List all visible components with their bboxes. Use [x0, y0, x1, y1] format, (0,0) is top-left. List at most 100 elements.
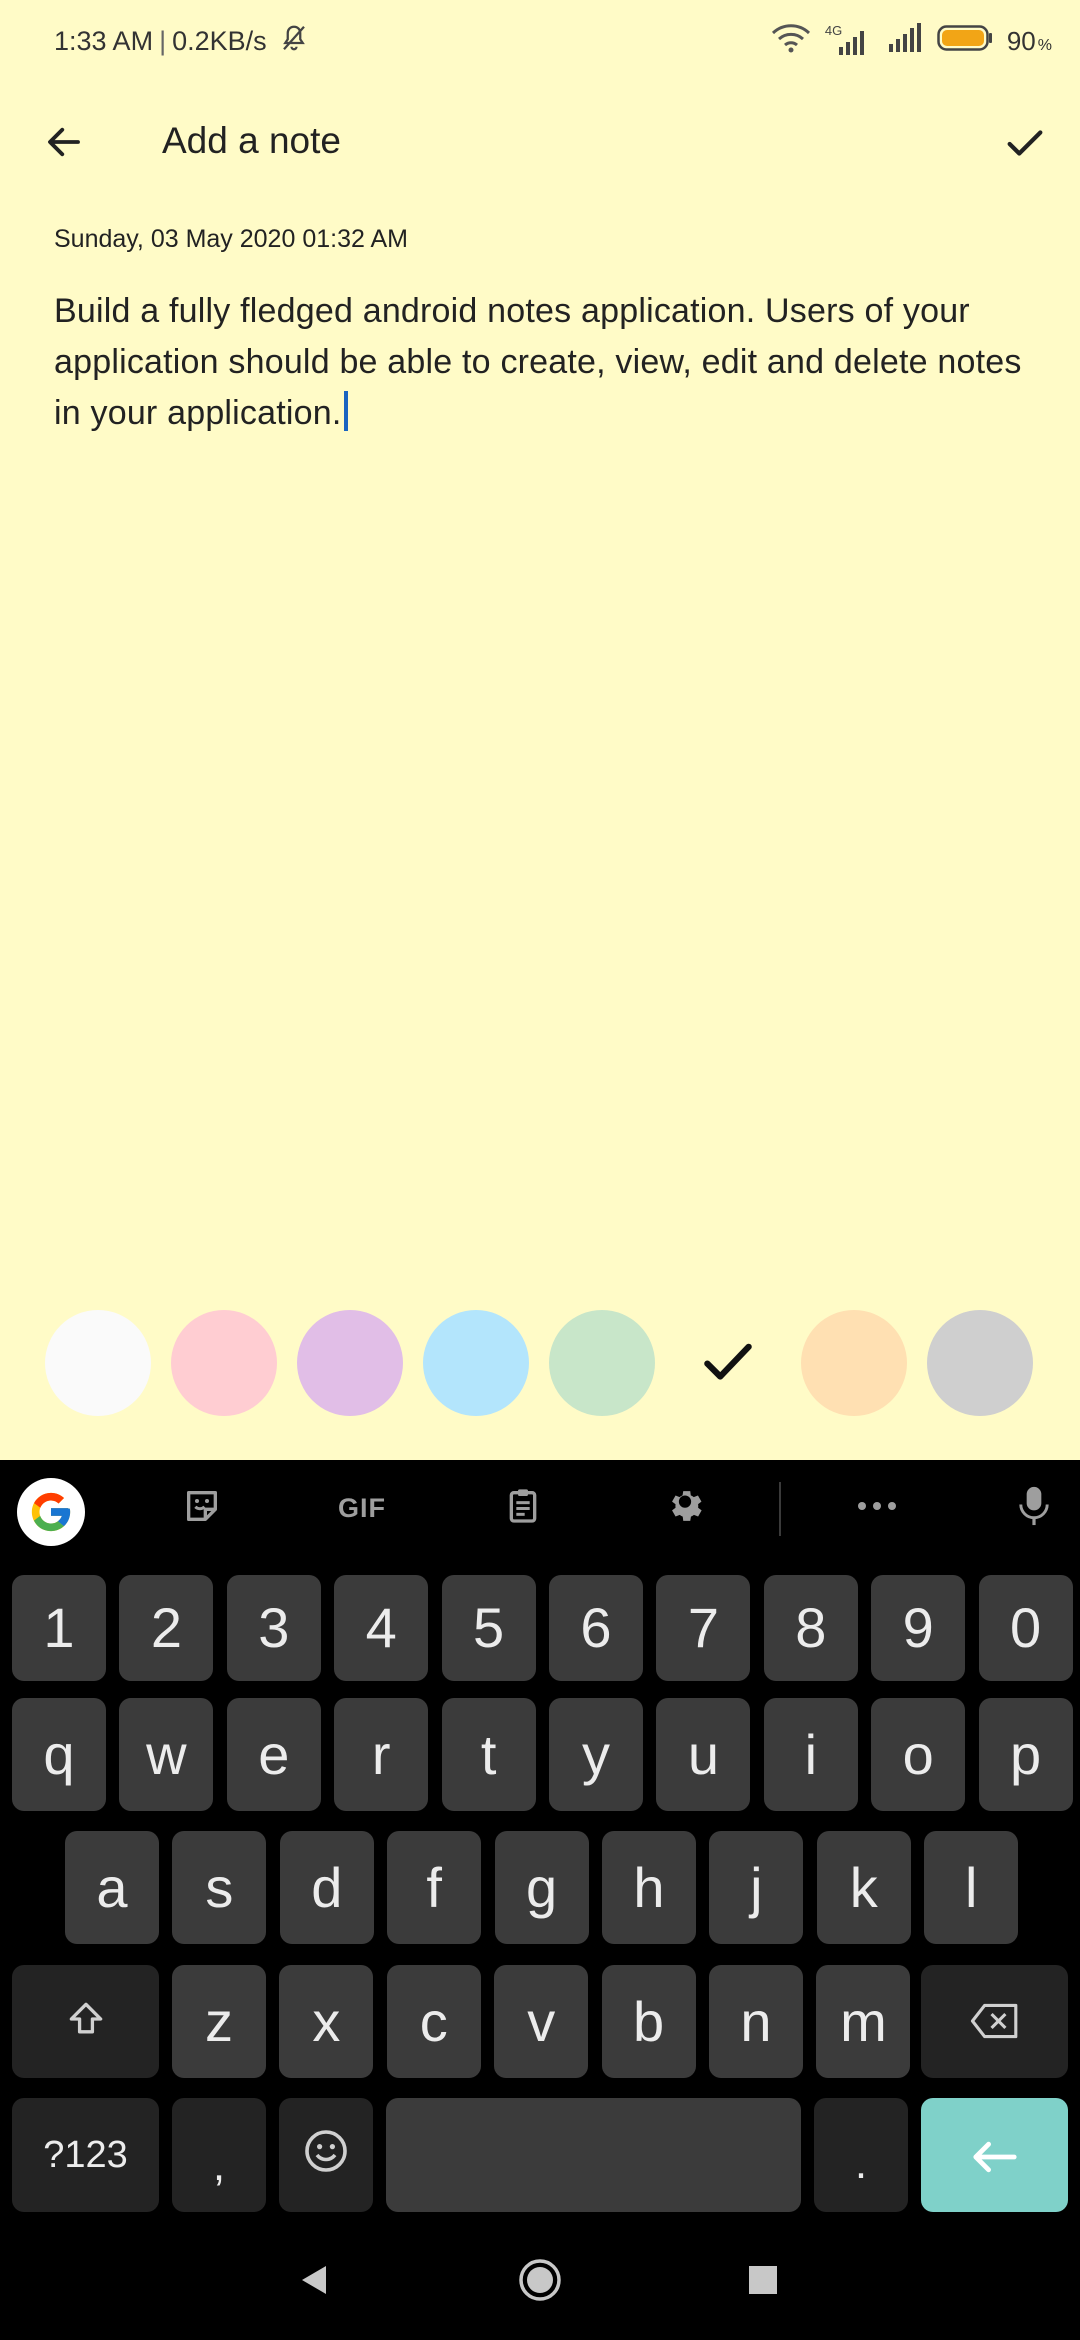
letter-key[interactable]: p [978, 1698, 1073, 1811]
color-swatch-blue[interactable] [423, 1310, 529, 1416]
space-key[interactable] [386, 2098, 801, 2212]
keyboard-toolbar: GIF [0, 1460, 1080, 1556]
number-key-label: 6 [580, 1596, 612, 1659]
letter-key[interactable]: i [763, 1698, 858, 1811]
color-swatch-pink[interactable] [171, 1310, 277, 1416]
letter-key[interactable]: t [441, 1698, 536, 1811]
letter-key-label: n [740, 1989, 772, 2053]
symbols-key-label: ?123 [43, 2134, 128, 2176]
color-swatch-green[interactable] [549, 1310, 655, 1416]
emoji-key[interactable] [279, 2098, 373, 2212]
letter-key-label: g [526, 1855, 558, 1919]
arrow-back-icon [43, 121, 85, 168]
letter-key[interactable]: w [119, 1698, 214, 1811]
letter-key[interactable]: s [172, 1831, 267, 1944]
status-left: 1:33 AM | 0.2KB/s [54, 23, 309, 60]
home-circle-icon [518, 2258, 562, 2307]
letter-key[interactable]: u [656, 1698, 751, 1811]
color-swatch-grey[interactable] [927, 1310, 1033, 1416]
more-horizontal-icon [855, 1499, 899, 1518]
screen: 1:33 AM | 0.2KB/s 4G 90 % Add a note Sun… [0, 0, 1080, 2340]
letter-key-label: v [527, 1989, 556, 2053]
letter-key-label: u [687, 1722, 719, 1786]
letter-key[interactable]: f [387, 1831, 482, 1944]
letter-key[interactable]: q [12, 1698, 106, 1811]
color-swatch-white[interactable] [45, 1310, 151, 1416]
nav-recents-button[interactable] [733, 2252, 793, 2312]
toolbar-divider [779, 1482, 781, 1536]
letter-key[interactable]: n [709, 1965, 803, 2078]
letter-key-label: k [849, 1855, 878, 1919]
letter-key-label: p [1010, 1722, 1042, 1786]
letter-key[interactable]: d [279, 1831, 374, 1944]
number-key-label: 3 [258, 1596, 290, 1659]
number-key[interactable]: 7 [656, 1575, 751, 1681]
check-icon [1002, 120, 1048, 171]
number-key-label: 9 [902, 1596, 934, 1659]
wifi-icon [771, 23, 811, 60]
check-icon [697, 1330, 759, 1397]
clipboard-icon [503, 1486, 543, 1531]
letter-key[interactable]: z [172, 1965, 266, 2078]
number-key[interactable]: 2 [119, 1575, 214, 1681]
shift-key[interactable] [12, 1965, 159, 2078]
note-body-input[interactable]: Build a fully fledged android notes appl… [54, 286, 1034, 439]
letter-key[interactable]: e [226, 1698, 321, 1811]
number-key[interactable]: 6 [549, 1575, 643, 1681]
comma-key-label: , [212, 2141, 226, 2190]
letter-key[interactable]: v [494, 1965, 589, 2078]
navigation-bar [0, 2222, 1080, 2340]
letter-key[interactable]: j [709, 1831, 804, 1944]
nav-home-button[interactable] [510, 2252, 570, 2312]
letter-key[interactable]: o [871, 1698, 966, 1811]
note-date: Sunday, 03 May 2020 01:32 AM [54, 225, 408, 253]
letter-key[interactable]: y [549, 1698, 643, 1811]
period-key[interactable]: . [814, 2098, 908, 2212]
letter-key[interactable]: g [494, 1831, 589, 1944]
letter-key-label: x [312, 1989, 341, 2053]
number-key[interactable]: 5 [441, 1575, 536, 1681]
save-button[interactable] [992, 112, 1058, 178]
keyboard-settings-button[interactable] [645, 1478, 725, 1538]
letter-key[interactable]: x [279, 1965, 374, 2078]
letter-key[interactable]: m [816, 1965, 911, 2078]
sticker-icon [182, 1486, 222, 1531]
backspace-key[interactable] [921, 1965, 1068, 2078]
number-key[interactable]: 3 [226, 1575, 321, 1681]
gear-icon [664, 1485, 706, 1532]
letter-key[interactable]: c [386, 1965, 481, 2078]
letter-key[interactable]: r [334, 1698, 429, 1811]
symbols-key[interactable]: ?123 [12, 2098, 159, 2212]
letter-key[interactable]: l [924, 1831, 1019, 1944]
clipboard-button[interactable] [483, 1478, 563, 1538]
nav-back-button[interactable] [284, 2252, 344, 2312]
comma-key[interactable]: , [172, 2098, 266, 2212]
keyboard: GIF 1 2 3 4 5 6 7 8 9 0 q w e r t y u i … [0, 1460, 1080, 2222]
color-swatch-yellow-selected[interactable] [675, 1310, 781, 1416]
number-key[interactable]: 0 [978, 1575, 1073, 1681]
period-key-label: . [854, 2139, 868, 2188]
back-button[interactable] [34, 114, 94, 174]
gif-button[interactable]: GIF [322, 1478, 402, 1538]
color-swatch-purple[interactable] [297, 1310, 403, 1416]
letter-key-label: e [258, 1722, 290, 1786]
sticker-button[interactable] [162, 1478, 242, 1538]
google-icon[interactable] [17, 1478, 85, 1546]
triangle-back-icon [299, 2264, 329, 2301]
enter-key[interactable] [921, 2098, 1068, 2212]
number-key[interactable]: 4 [334, 1575, 429, 1681]
number-key-label: 4 [365, 1596, 397, 1659]
text-cursor [343, 391, 348, 431]
number-key[interactable]: 9 [871, 1575, 966, 1681]
more-options-button[interactable] [837, 1478, 917, 1538]
letter-key[interactable]: h [602, 1831, 696, 1944]
voice-input-button[interactable] [994, 1478, 1074, 1538]
letter-key-label: d [311, 1855, 343, 1919]
number-key[interactable]: 8 [763, 1575, 858, 1681]
letter-key[interactable]: b [601, 1965, 696, 2078]
letter-key[interactable]: a [65, 1831, 159, 1944]
letter-key[interactable]: k [816, 1831, 911, 1944]
number-key-label: 7 [687, 1596, 719, 1659]
color-swatch-orange[interactable] [801, 1310, 907, 1416]
number-key[interactable]: 1 [12, 1575, 106, 1681]
